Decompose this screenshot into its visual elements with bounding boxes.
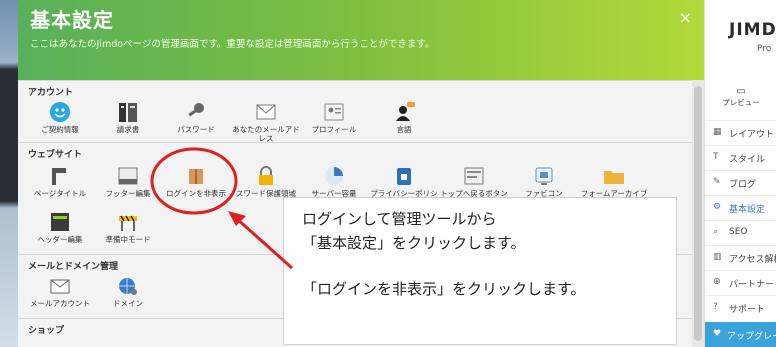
sidebar-item-label: 基本設定 <box>729 205 766 215</box>
sidebar-item-label: パートナー <box>729 280 775 290</box>
favicon-icon <box>535 167 553 185</box>
tile-contract-info[interactable]: ご契約情報 <box>24 101 96 134</box>
preview-button[interactable]: ▭ プレビュー <box>705 86 776 108</box>
tile-label: 準備中モード <box>105 235 151 244</box>
sidebar-item-label: スタイル <box>729 155 766 165</box>
instruction-line: 「基本設定」をクリックします。 <box>302 234 526 252</box>
hide-login-icon <box>189 169 203 184</box>
blog-icon: ✎ <box>713 177 721 187</box>
tile-footer-edit[interactable]: フッター編集 <box>92 165 164 198</box>
analytics-icon: ▥ <box>713 252 722 262</box>
maintenance-icon <box>119 215 137 231</box>
tile-back-to-top[interactable]: トップへ戻るボタン <box>438 165 510 198</box>
tile-form-archive[interactable]: フォームアーカイブ <box>578 165 650 198</box>
sidebar-item-layout[interactable]: ▦ レイアウト <box>705 120 776 145</box>
search-icon: ⌕ <box>713 227 719 237</box>
section-title-mail-domain: メールとドメイン管理 <box>28 262 119 272</box>
tile-server-capacity[interactable]: サーバー容量 <box>298 165 370 198</box>
tile-page-title[interactable]: ページタイトル <box>24 165 96 198</box>
help-icon: ? <box>713 302 718 312</box>
tile-label: メールアカウント <box>30 299 90 308</box>
pie-icon <box>325 167 343 185</box>
page-title-icon <box>52 168 66 185</box>
upgrade-label: アップグレー <box>727 332 776 342</box>
tile-password-area[interactable]: スワード保護領域 <box>230 165 302 198</box>
style-icon: T <box>713 152 719 162</box>
privacy-icon <box>397 168 411 185</box>
sidebar-item-label: サポート <box>729 305 766 315</box>
sidebar-item-label: アクセス解析 <box>729 255 776 265</box>
gear-icon: ⚙ <box>713 202 722 212</box>
website-preview-strip <box>0 0 18 347</box>
tile-label: あなたのメールアドレス <box>232 125 300 143</box>
plan-label: Pro <box>757 44 772 54</box>
tile-label: ヘッダー編集 <box>37 235 83 244</box>
folder-icon <box>604 171 624 184</box>
tile-label: ページタイトル <box>33 189 87 198</box>
tile-label: プロフィール <box>311 125 357 134</box>
partner-icon: ⊕ <box>713 277 721 287</box>
brand-logo: JIMD <box>729 20 776 40</box>
tile-label: フッター編集 <box>105 189 151 198</box>
sidebar-item-partner[interactable]: ⊕ パートナー <box>705 270 776 295</box>
language-icon <box>396 102 415 121</box>
email-address-icon <box>256 104 276 120</box>
scroll-thumb[interactable] <box>694 86 702 341</box>
domain-icon <box>119 278 137 295</box>
sidebar-item-settings[interactable]: ⚙ 基本設定 <box>705 195 776 220</box>
section-title-account: アカウント <box>28 88 74 98</box>
instruction-line: 「ログインを非表示」をクリックします。 <box>302 280 586 298</box>
contract-icon <box>50 102 70 122</box>
section-account: アカウント ご契約情報 請求書 パスワード あなたのメールアドレス プロフィール <box>18 80 692 143</box>
invoice-icon <box>119 103 137 122</box>
heart-icon: ♥ <box>713 329 722 339</box>
sidebar-item-blog[interactable]: ✎ ブログ <box>705 170 776 195</box>
instruction-line: ログインして管理ツールから <box>302 210 497 228</box>
tile-label: 言語 <box>396 125 412 134</box>
mail-icon <box>50 279 70 294</box>
tile-label: 請求書 <box>116 125 140 134</box>
tile-password[interactable]: パスワード <box>160 101 232 134</box>
dialog-title: 基本設定 <box>30 8 114 32</box>
tile-language[interactable]: 言語 <box>368 101 440 134</box>
admin-sidebar: JIMD Pro ▭ プレビュー ▦ レイアウト T スタイル ✎ ブログ ⚙ … <box>704 0 776 347</box>
dialog-header: 基本設定 ここはあなたのJimdoページの管理画面です。重要な設定は管理画面から… <box>18 0 704 80</box>
instruction-callout: ログインして管理ツールから 「基本設定」をクリックします。 「ログインを非表示」… <box>283 197 677 345</box>
profile-icon <box>324 103 344 121</box>
tile-hide-login[interactable]: ログインを非表示 <box>160 165 232 198</box>
preview-label: プレビュー <box>722 98 760 107</box>
back-to-top-icon <box>464 167 484 185</box>
dialog-subtitle: ここはあなたのJimdoページの管理画面です。重要な設定は管理画面から行うことが… <box>30 39 435 50</box>
footer-icon <box>118 167 138 185</box>
tile-label: ご契約情報 <box>41 125 79 134</box>
tile-maintenance-mode[interactable]: 準備中モード <box>92 211 164 244</box>
tile-label: パスワード <box>177 125 215 134</box>
section-title-website: ウェブサイト <box>28 150 83 160</box>
tile-email-address[interactable]: あなたのメールアドレス <box>230 101 302 143</box>
tile-invoice[interactable]: 請求書 <box>92 101 164 134</box>
layout-icon: ▦ <box>713 127 722 137</box>
tile-mail-account[interactable]: メールアカウント <box>24 275 96 308</box>
sidebar-item-label: SEO <box>729 227 748 237</box>
sidebar-item-support[interactable]: ? サポート <box>705 295 776 320</box>
sidebar-item-analytics[interactable]: ▥ アクセス解析 <box>705 245 776 270</box>
tile-label: ログインを非表示 <box>166 189 226 198</box>
section-title-shop: ショップ <box>28 326 65 336</box>
sidebar-item-style[interactable]: T スタイル <box>705 145 776 170</box>
header-edit-icon <box>51 213 69 231</box>
scrollbar[interactable] <box>692 80 704 347</box>
tile-profile[interactable]: プロフィール <box>298 101 370 134</box>
sidebar-item-seo[interactable]: ⌕ SEO <box>705 220 776 245</box>
lock-icon <box>259 166 273 185</box>
sidebar-item-label: ブログ <box>729 180 757 190</box>
close-icon[interactable]: × <box>679 8 692 27</box>
monitor-icon: ▭ <box>736 86 746 97</box>
tile-header-edit[interactable]: ヘッダー編集 <box>24 211 96 244</box>
tile-label: ドメイン <box>113 299 143 308</box>
tile-favicon[interactable]: ファビコン <box>508 165 580 198</box>
sidebar-item-label: レイアウト <box>729 130 775 140</box>
key-icon <box>188 103 204 117</box>
tile-domain[interactable]: ドメイン <box>92 275 164 308</box>
upgrade-button[interactable]: ♥ アップグレー <box>705 322 776 347</box>
